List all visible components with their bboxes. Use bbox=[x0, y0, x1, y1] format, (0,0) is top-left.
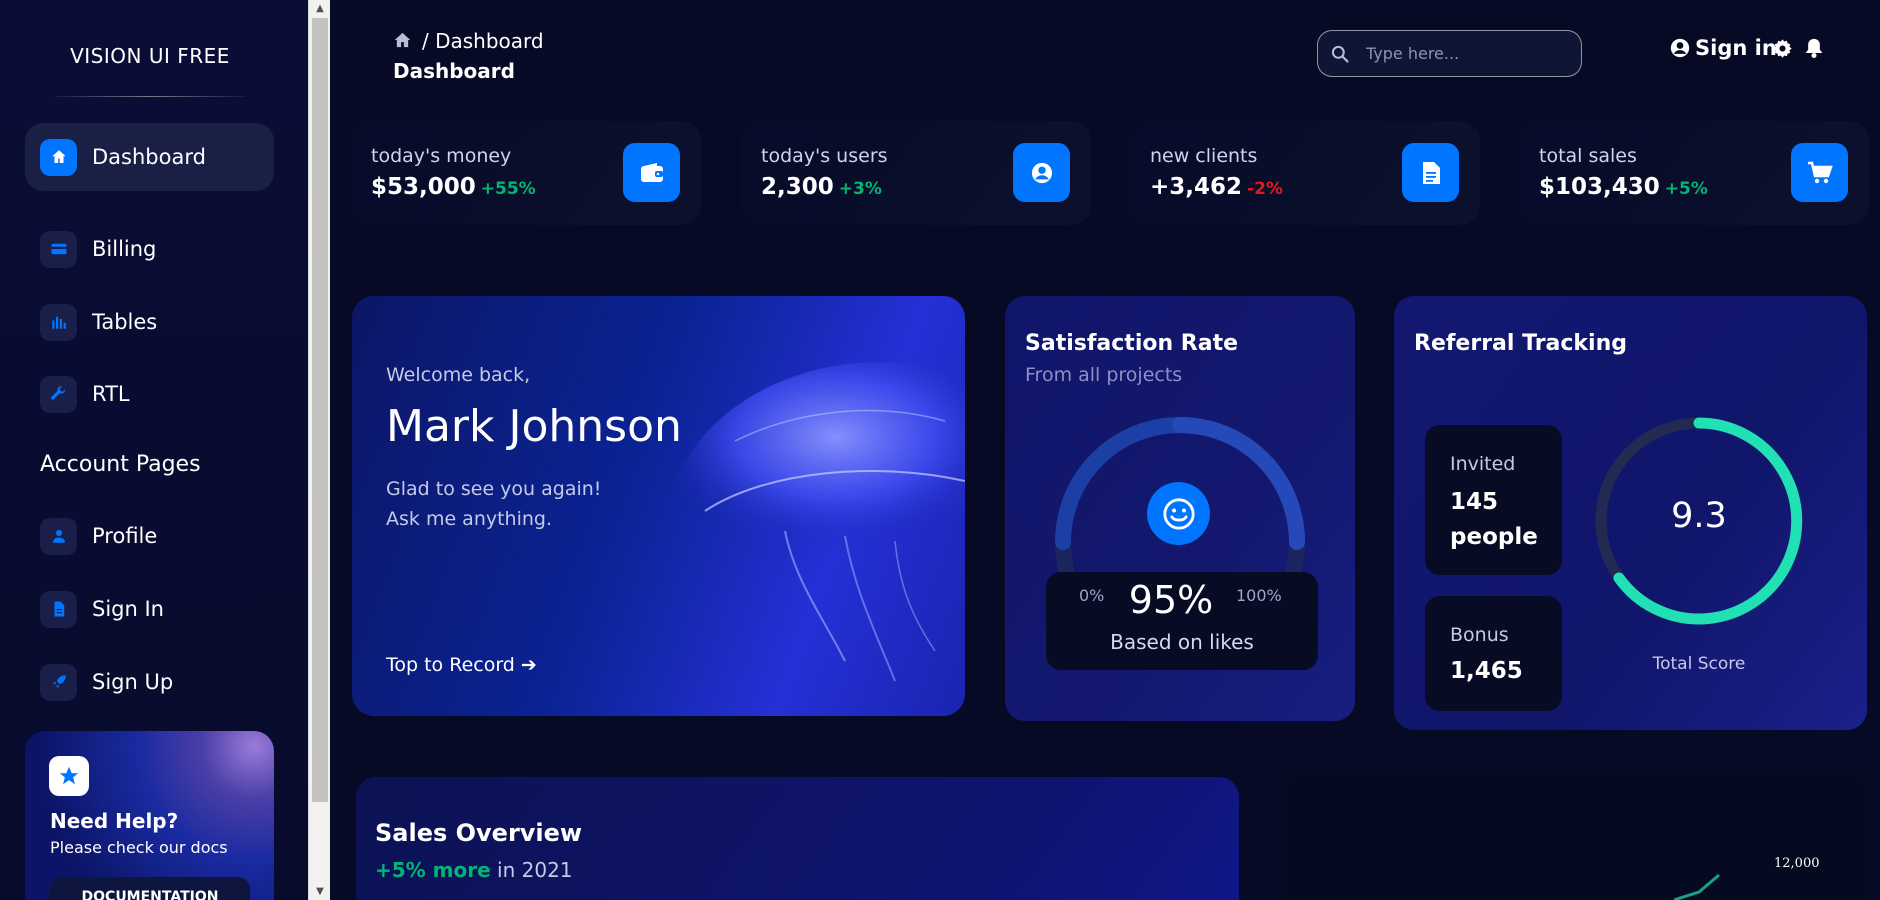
invited-value: 145 people bbox=[1450, 489, 1538, 550]
stat-card-sales: total sales $103,430 +5% bbox=[1518, 121, 1869, 225]
jellyfish-image bbox=[665, 362, 965, 682]
documentation-button[interactable]: DOCUMENTATION bbox=[50, 877, 250, 900]
sidebar-item-label: RTL bbox=[92, 382, 130, 406]
search-box[interactable] bbox=[1317, 30, 1582, 77]
brand-logo: VISION UI FREE bbox=[70, 44, 230, 68]
active-users-chart-card: 12,000 bbox=[1284, 770, 1867, 900]
help-subtitle: Please check our docs bbox=[50, 838, 228, 857]
sidebar-item-dashboard[interactable]: Dashboard bbox=[25, 123, 274, 191]
sales-overview-card: Sales Overview +5% more in 2021 bbox=[356, 777, 1239, 900]
card-title: Satisfaction Rate bbox=[1025, 331, 1239, 356]
bonus-value: 1,465 bbox=[1450, 658, 1523, 684]
card-title: Referral Tracking bbox=[1414, 331, 1628, 356]
bonus-label: Bonus bbox=[1450, 624, 1509, 646]
scroll-up-arrow[interactable]: ▲ bbox=[309, 0, 331, 17]
search-icon bbox=[1330, 44, 1350, 64]
wallet-icon bbox=[623, 143, 680, 202]
sales-change: +5% more bbox=[375, 858, 491, 882]
sidebar-item-label: Tables bbox=[92, 310, 158, 334]
stat-value: 2,300 +3% bbox=[761, 174, 882, 200]
section-heading: Account Pages bbox=[40, 452, 201, 477]
help-title: Need Help? bbox=[50, 809, 179, 833]
sidebar-item-label: Billing bbox=[92, 237, 157, 261]
page-title: Dashboard bbox=[393, 59, 515, 83]
invited-label: Invited bbox=[1450, 453, 1516, 475]
signin-link[interactable]: Sign in bbox=[1670, 36, 1777, 60]
star-icon bbox=[49, 756, 89, 796]
arrow-right-icon: ➔ bbox=[520, 654, 537, 676]
stat-change: -2% bbox=[1247, 179, 1283, 199]
stat-change: +55% bbox=[480, 179, 536, 199]
card-subtitle: +5% more in 2021 bbox=[375, 858, 573, 882]
user-circle-icon bbox=[1013, 143, 1070, 202]
bar-chart-icon bbox=[40, 303, 77, 341]
bell-icon[interactable] bbox=[1804, 37, 1824, 63]
satisfaction-readout: 0% 95% 100% Based on likes bbox=[1046, 572, 1318, 670]
wrench-icon bbox=[40, 375, 77, 413]
stat-card-clients: new clients +3,462 -2% bbox=[1129, 121, 1480, 225]
stat-label: total sales bbox=[1539, 145, 1637, 167]
sales-period: in 2021 bbox=[497, 858, 573, 882]
y-axis-tick: 12,000 bbox=[1774, 856, 1820, 871]
satisfaction-card: Satisfaction Rate From all projects 0% 9… bbox=[1005, 296, 1355, 721]
vertical-scrollbar[interactable]: ▲ ▼ bbox=[308, 0, 330, 900]
scroll-down-arrow[interactable]: ▼ bbox=[309, 883, 331, 900]
credit-card-icon bbox=[40, 230, 77, 268]
top-to-record-link[interactable]: Top to Record ➔ bbox=[386, 654, 537, 676]
stat-value: $103,430 +5% bbox=[1539, 174, 1708, 200]
user-name: Mark Johnson bbox=[386, 401, 682, 452]
sidebar-item-label: Sign In bbox=[92, 597, 164, 621]
chart-bar-partial bbox=[1674, 873, 1720, 900]
signin-label: Sign in bbox=[1695, 36, 1777, 60]
smiley-icon bbox=[1147, 482, 1210, 545]
divider bbox=[54, 96, 246, 97]
stat-change: +5% bbox=[1664, 179, 1708, 199]
sidebar-item-signup[interactable]: Sign Up bbox=[25, 648, 274, 716]
home-icon bbox=[40, 138, 77, 176]
card-subtitle: From all projects bbox=[1025, 364, 1183, 386]
sidebar-item-rtl[interactable]: RTL bbox=[25, 360, 274, 428]
user-icon bbox=[40, 517, 77, 555]
stat-card-users: today's users 2,300 +3% bbox=[740, 121, 1091, 225]
stat-card-money: today's money $53,000 +55% bbox=[350, 121, 701, 225]
breadcrumb[interactable]: / Dashboard bbox=[422, 29, 544, 53]
sidebar-item-label: Sign Up bbox=[92, 670, 174, 694]
rocket-icon bbox=[40, 663, 77, 701]
stat-label: new clients bbox=[1150, 145, 1258, 167]
total-score-label: Total Score bbox=[1652, 654, 1746, 674]
stat-label: today's money bbox=[371, 145, 512, 167]
total-score-value: 9.3 bbox=[1671, 496, 1727, 536]
sidebar-item-label: Profile bbox=[92, 524, 158, 548]
welcome-message: Glad to see you again! Ask me anything. bbox=[386, 478, 602, 530]
invited-box: Invited 145 people bbox=[1425, 425, 1562, 575]
gear-icon[interactable] bbox=[1772, 38, 1793, 63]
sidebar-item-tables[interactable]: Tables bbox=[25, 288, 274, 356]
welcome-card: Welcome back, Mark Johnson Glad to see y… bbox=[352, 296, 965, 716]
stat-value: $53,000 +55% bbox=[371, 174, 536, 200]
help-card: Need Help? Please check our docs DOCUMEN… bbox=[25, 731, 274, 900]
document-icon bbox=[1402, 143, 1459, 202]
sidebar: VISION UI FREE Dashboard Billing Tables … bbox=[0, 0, 308, 900]
home-icon[interactable] bbox=[394, 32, 411, 52]
sidebar-item-profile[interactable]: Profile bbox=[25, 502, 274, 570]
search-input[interactable] bbox=[1366, 44, 1556, 63]
stat-label: today's users bbox=[761, 145, 888, 167]
satisfaction-caption: Based on likes bbox=[1110, 630, 1254, 654]
referral-card: Referral Tracking Invited 145 people Bon… bbox=[1394, 296, 1867, 730]
bonus-box: Bonus 1,465 bbox=[1425, 596, 1562, 711]
cart-icon bbox=[1791, 143, 1848, 202]
stat-value: +3,462 -2% bbox=[1150, 174, 1283, 200]
document-icon bbox=[40, 590, 77, 628]
stat-change: +3% bbox=[838, 179, 882, 199]
sidebar-item-label: Dashboard bbox=[92, 145, 206, 169]
sidebar-item-billing[interactable]: Billing bbox=[25, 215, 274, 283]
sidebar-item-signin[interactable]: Sign In bbox=[25, 575, 274, 643]
user-circle-icon bbox=[1670, 38, 1690, 58]
card-title: Sales Overview bbox=[375, 819, 583, 847]
gauge-max: 100% bbox=[1236, 586, 1282, 605]
welcome-greeting: Welcome back, bbox=[386, 364, 531, 386]
scroll-thumb[interactable] bbox=[312, 18, 328, 802]
